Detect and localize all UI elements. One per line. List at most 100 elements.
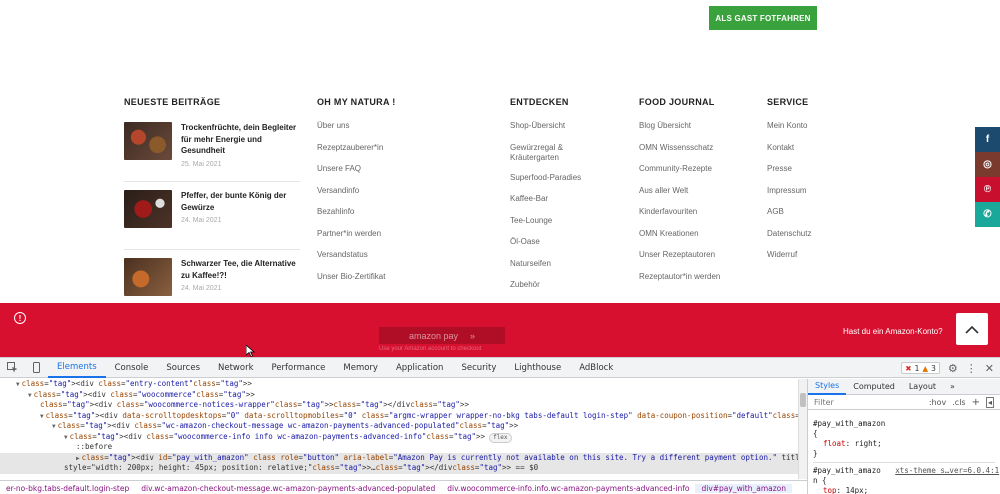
footer-link[interactable]: Unsere FAQ [317,164,361,173]
dom-node-line[interactable]: ▼ class="tag"><div class="woocommerce"cla… [0,390,798,401]
dom-node-line[interactable]: ▼ class="tag"><div class="woocommerce-inf… [0,432,798,443]
class-toggle[interactable]: .cls [952,398,965,407]
dom-node-line[interactable]: class="tag"><div class="woocommerce-noti… [0,400,798,411]
instagram-icon[interactable]: ◎ [975,152,1000,177]
styles-tab[interactable]: Computed [846,379,902,395]
styles-tab[interactable]: Layout [902,379,943,395]
footer-link[interactable]: Presse [767,164,792,173]
expand-arrow-icon[interactable]: ▼ [52,423,56,430]
footer-link[interactable]: OMN Wissensschatz [639,143,713,152]
expand-arrow-icon[interactable]: ▼ [16,381,20,388]
breadcrumb-item[interactable]: div.woocommerce-info.info.wc-amazon-paym… [441,484,695,493]
post-thumbnail[interactable] [124,258,172,296]
devtools-tab-adblock[interactable]: AdBlock [570,358,622,378]
footer-link[interactable]: Über uns [317,121,349,130]
post-title[interactable]: Schwarzer Tee, die Alternative zu Kaffee… [181,258,300,281]
pinterest-icon[interactable]: ℗ [975,177,1000,202]
post-item[interactable]: Pfeffer, der bunte König der Gewürze 24.… [124,190,300,250]
dom-node-line[interactable]: ▶ class="tag"><div id="pay_with_amazon" c… [0,452,798,463]
footer-link[interactable]: Unser Rezeptautoren [639,250,715,259]
breadcrumb-item[interactable]: div#pay_with_amazon [695,483,793,493]
footer-link[interactable]: Aus aller Welt [639,186,688,195]
styles-tab[interactable]: » [943,379,962,395]
footer-link[interactable]: OMN Kreationen [639,229,699,238]
post-thumbnail[interactable] [124,190,172,228]
footer-link[interactable]: Blog Übersicht [639,121,691,130]
footer-link[interactable]: Mein Konto [767,121,807,130]
footer-link[interactable]: Datenschutz [767,229,811,238]
hover-state-toggle[interactable]: :hov [929,398,946,407]
devtools-tab-performance[interactable]: Performance [263,358,335,378]
scroll-to-top-button[interactable] [956,313,988,345]
devtools-tab-elements[interactable]: Elements [48,358,106,378]
flex-badge[interactable]: flex [489,432,512,443]
css-value[interactable]: right; [855,439,882,448]
whatsapp-icon[interactable]: ✆ [975,202,1000,227]
toggle-sidebar-icon[interactable]: ◂ [985,396,994,408]
post-thumbnail[interactable] [124,122,172,160]
issues-badge[interactable]: ✖ 1 ▲ 3 [901,362,940,374]
dom-tree-scrollbar[interactable] [798,379,807,479]
expand-arrow-icon[interactable]: ▼ [28,392,32,399]
footer-link[interactable]: Rezeptzauberer*in [317,143,383,152]
guest-checkout-button[interactable]: ALS GAST FOTFAHREN [709,6,817,30]
rule-source-link[interactable]: xts-theme_s…ver=6.0.4:1 [895,466,999,475]
close-icon[interactable]: ✕ [985,362,994,375]
more-options-icon[interactable]: ⋮ [966,362,977,375]
css-property[interactable]: float [823,439,846,448]
styles-tab[interactable]: Styles [808,379,847,395]
post-title[interactable]: Pfeffer, der bunte König der Gewürze [181,190,300,213]
amazon-account-question[interactable]: Hast du ein Amazon-Konto? [843,327,943,336]
post-title[interactable]: Trockenfrüchte, dein Begleiter für mehr … [181,122,300,157]
styles-filter-input[interactable]: Filter [814,398,923,407]
devtools-tab-memory[interactable]: Memory [334,358,387,378]
facebook-icon[interactable]: f [975,127,1000,152]
footer-link[interactable]: Gewürzregal & Kräutergarten [510,143,563,163]
footer-link[interactable]: Öl-Oase [510,237,540,246]
footer-link[interactable]: Tee-Lounge [510,216,552,225]
footer-link[interactable]: Impressum [767,186,807,195]
inspect-element-icon[interactable] [0,358,24,378]
new-rule-button[interactable]: + [972,397,980,408]
footer-link[interactable]: Kontakt [767,143,794,152]
expand-arrow-icon[interactable]: ▼ [40,413,44,420]
elements-dom-tree[interactable]: ▼ class="tag"><div class="entry-content"c… [0,379,798,479]
devtools-tab-application[interactable]: Application [387,358,453,378]
footer-link[interactable]: Versandinfo [317,186,359,195]
footer-link[interactable]: Bezahlinfo [317,207,354,216]
expand-arrow-icon[interactable]: ▶ [76,455,80,462]
css-value[interactable]: 14px; [846,486,869,494]
dom-node-line[interactable]: ▼ class="tag"><div class="entry-content"c… [0,379,798,390]
settings-gear-icon[interactable]: ⚙ [948,362,958,375]
expand-arrow-icon[interactable]: ▼ [64,434,68,441]
devtools-tab-sources[interactable]: Sources [157,358,209,378]
footer-link[interactable]: Naturseifen [510,259,551,268]
footer-link[interactable]: Zubehör [510,280,540,289]
amazon-pay-button[interactable]: amazon pay » [379,327,505,344]
devtools-tab-network[interactable]: Network [209,358,263,378]
footer-link[interactable]: Kinderfavouriten [639,207,697,216]
post-item[interactable]: Trockenfrüchte, dein Begleiter für mehr … [124,122,300,182]
dom-node-line[interactable]: ▼ class="tag"><div data-scrolltopdesktops… [0,411,798,422]
device-toolbar-icon[interactable] [24,358,48,378]
footer-link[interactable]: Community-Rezepte [639,164,712,173]
footer-link[interactable]: Unser Bio-Zertifikat [317,272,385,281]
footer-link[interactable]: AGB [767,207,784,216]
footer-link[interactable]: Widerruf [767,250,797,259]
dom-node-line[interactable]: ▼ class="tag"><div class="wc-amazon-check… [0,421,798,432]
breadcrumb-item[interactable]: er-no-bkg.tabs-default.login-step [0,484,135,493]
dom-node-line[interactable]: style="width: 200px; height: 45px; posit… [0,463,798,474]
css-property[interactable]: top [823,486,837,494]
footer-link[interactable]: Superfood-Paradies [510,173,581,182]
footer-link[interactable]: Shop-Übersicht [510,121,565,130]
dom-node-line[interactable]: ::before [0,442,798,453]
rule-declaration[interactable]: top: 14px; [813,486,995,494]
footer-link[interactable]: Kaffee-Bar [510,194,548,203]
footer-link[interactable]: Rezeptautor*in werden [639,272,720,281]
rule-declaration[interactable]: float: right; [813,439,995,449]
footer-link[interactable]: Versandstatus [317,250,368,259]
devtools-tab-lighthouse[interactable]: Lighthouse [505,358,570,378]
footer-link[interactable]: Partner*in werden [317,229,381,238]
devtools-tab-console[interactable]: Console [106,358,158,378]
breadcrumb-item[interactable]: div.wc-amazon-checkout-message.wc-amazon… [135,484,441,493]
